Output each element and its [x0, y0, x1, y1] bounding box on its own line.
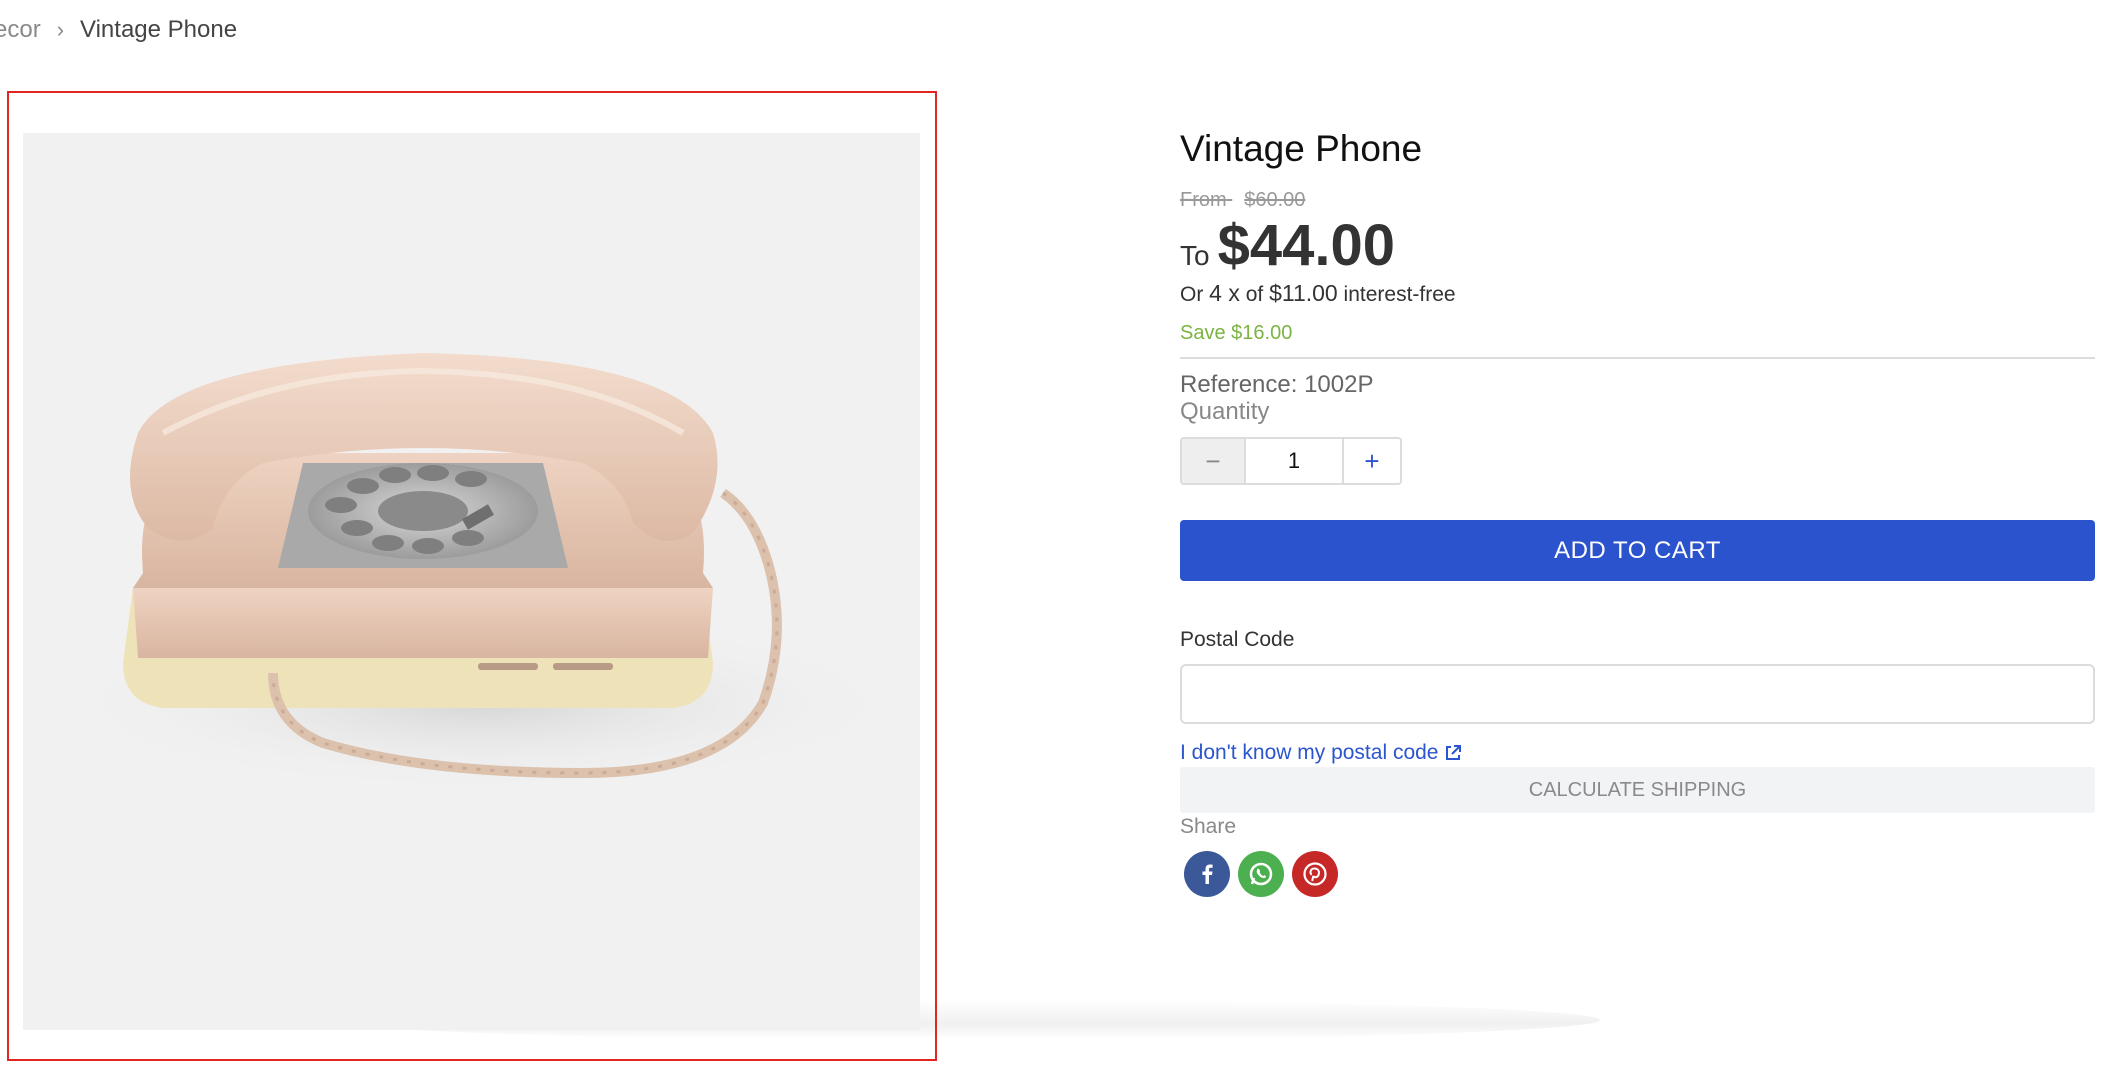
installments-suffix: interest-free [1343, 283, 1456, 306]
external-link-icon [1446, 745, 1462, 760]
breadcrumb-link-decor[interactable]: ecor [0, 16, 41, 44]
installments-count: 4 x [1209, 280, 1240, 306]
add-to-cart-button[interactable]: ADD TO CART [1180, 520, 2095, 581]
installments-prefix: Or [1180, 283, 1204, 306]
postal-code-help-text: I don't know my postal code [1180, 741, 1439, 764]
facebook-icon[interactable] [1184, 851, 1230, 897]
pinterest-icon[interactable] [1292, 851, 1338, 897]
increment-button[interactable]: + [1342, 439, 1400, 483]
installments-amount: $11.00 [1269, 280, 1338, 306]
current-price-label: To [1180, 240, 1210, 271]
product-image[interactable] [23, 133, 920, 1030]
share-icons [1184, 851, 1338, 897]
postal-code-help-link[interactable]: I don't know my postal code [1180, 741, 1462, 765]
quantity-input[interactable] [1246, 439, 1342, 483]
decrement-button[interactable]: − [1182, 439, 1246, 483]
quantity-stepper: − + [1180, 437, 1402, 485]
product-reference: Reference: 1002P [1180, 371, 1374, 398]
current-price: To $44.00 [1180, 212, 1395, 279]
calculate-shipping-button[interactable]: CALCULATE SHIPPING [1180, 767, 2095, 813]
old-price-label: From [1180, 189, 1227, 211]
share-label: Share [1180, 815, 1237, 838]
vintage-phone-image [53, 353, 913, 793]
quantity-label: Quantity [1180, 398, 1270, 425]
postal-code-label: Postal Code [1180, 628, 1295, 651]
breadcrumb: ecor › Vintage Phone [0, 12, 237, 48]
breadcrumb-current: Vintage Phone [80, 16, 238, 43]
postal-code-input[interactable] [1180, 664, 2095, 724]
current-price-value: $44.00 [1217, 213, 1395, 278]
old-price: From $60.00 [1180, 189, 1305, 212]
save-amount: Save $16.00 [1180, 322, 1293, 344]
installments-info: Or 4 x of $11.00 interest-free [1180, 280, 1456, 307]
installments-of: of [1245, 283, 1264, 306]
whatsapp-icon[interactable] [1238, 851, 1284, 897]
old-price-value: $60.00 [1244, 189, 1306, 211]
divider [1180, 357, 2095, 359]
breadcrumb-separator-icon: › [56, 17, 65, 42]
product-title: Vintage Phone [1180, 128, 1423, 169]
